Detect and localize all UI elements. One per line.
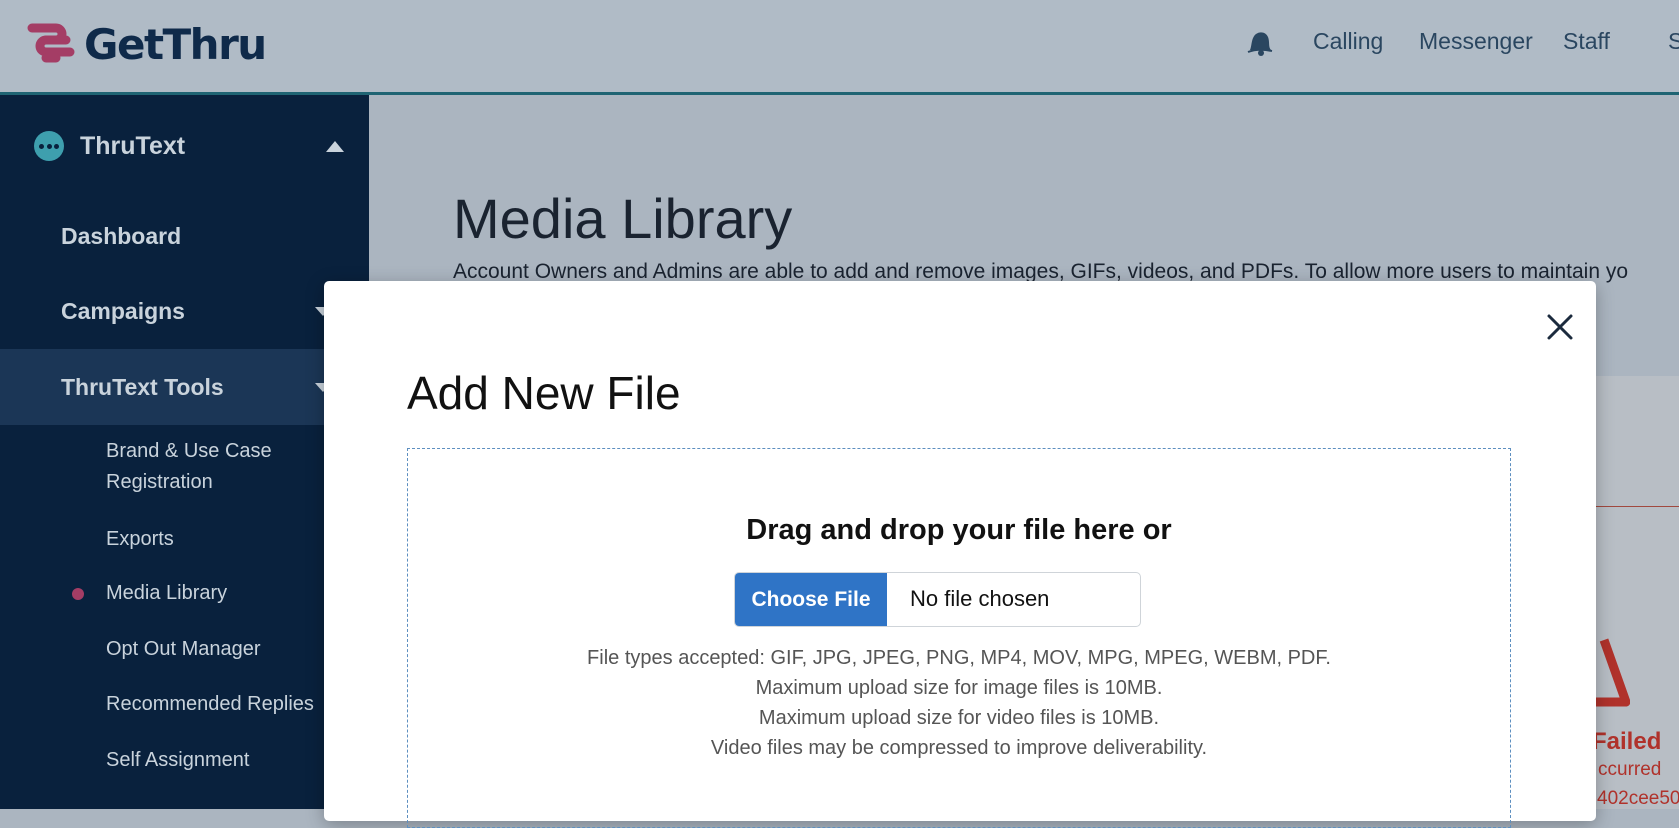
- divider: [1590, 506, 1679, 507]
- error-id-text: 402cee50: [1597, 788, 1679, 809]
- compression-info: Video files may be compressed to improve…: [710, 737, 1208, 759]
- sidebar-item-label: Campaigns: [61, 298, 185, 324]
- dropzone-heading: Drag and drop your file here or: [746, 514, 1172, 546]
- sidebar-sub-media-library[interactable]: Media Library: [106, 578, 227, 609]
- sidebar-sub-recommended-replies[interactable]: Recommended Replies: [106, 689, 314, 720]
- sidebar-item-dashboard-row[interactable]: Dashboard: [0, 198, 369, 274]
- getthru-logo-mark-icon: [27, 23, 75, 63]
- image-size-info: Maximum upload size for image files is 1…: [755, 677, 1163, 699]
- sidebar-sub-brand-registration-line1[interactable]: Brand & Use Case: [106, 436, 272, 467]
- thrutext-section-header[interactable]: ThruText: [34, 131, 185, 161]
- nav-staff[interactable]: Staff: [1563, 28, 1610, 55]
- video-size-info: Maximum upload size for video files is 1…: [758, 707, 1160, 729]
- top-header: GetThru Calling Messenger Staff S: [0, 0, 1679, 95]
- sidebar-sub-exports[interactable]: Exports: [106, 524, 174, 555]
- nav-messenger[interactable]: Messenger: [1419, 28, 1533, 55]
- sidebar-item-campaigns-row[interactable]: Campaigns: [0, 273, 369, 349]
- file-dropzone[interactable]: [407, 448, 1511, 828]
- close-icon[interactable]: [1545, 312, 1575, 342]
- file-types-info: File types accepted: GIF, JPG, JPEG, PNG…: [587, 647, 1331, 669]
- section-title: ThruText: [80, 131, 186, 160]
- file-status-text: No file chosen: [910, 586, 1050, 611]
- thrutext-icon: [34, 131, 64, 161]
- modal-title: Add New File: [407, 367, 681, 419]
- collapse-caret-icon[interactable]: [326, 141, 344, 152]
- file-input[interactable]: Choose File No file chosen: [734, 572, 1141, 627]
- getthru-logo[interactable]: GetThru: [26, 18, 267, 70]
- page-title: Media Library: [453, 187, 793, 250]
- sidebar-sub-self-assignment[interactable]: Self Assignment: [106, 745, 249, 776]
- sidebar-item-label: Dashboard: [61, 223, 182, 249]
- upload-failed-label: Failed: [1592, 728, 1662, 755]
- brand-name: GetThru: [84, 19, 267, 69]
- active-indicator-dot: [72, 588, 84, 600]
- bell-icon[interactable]: [1244, 26, 1274, 60]
- choose-file-button[interactable]: Choose File: [735, 573, 887, 626]
- nav-calling[interactable]: Calling: [1313, 28, 1383, 55]
- sidebar-sub-opt-out-manager[interactable]: Opt Out Manager: [106, 634, 261, 665]
- sidebar-sub-brand-registration-line2[interactable]: Registration: [106, 467, 213, 498]
- sidebar-item-thrutext-tools-row[interactable]: ThruText Tools: [0, 349, 369, 425]
- sidebar-item-label: ThruText Tools: [61, 374, 224, 400]
- nav-truncated[interactable]: S: [1668, 28, 1679, 55]
- error-detail-text: ccurred: [1598, 759, 1662, 780]
